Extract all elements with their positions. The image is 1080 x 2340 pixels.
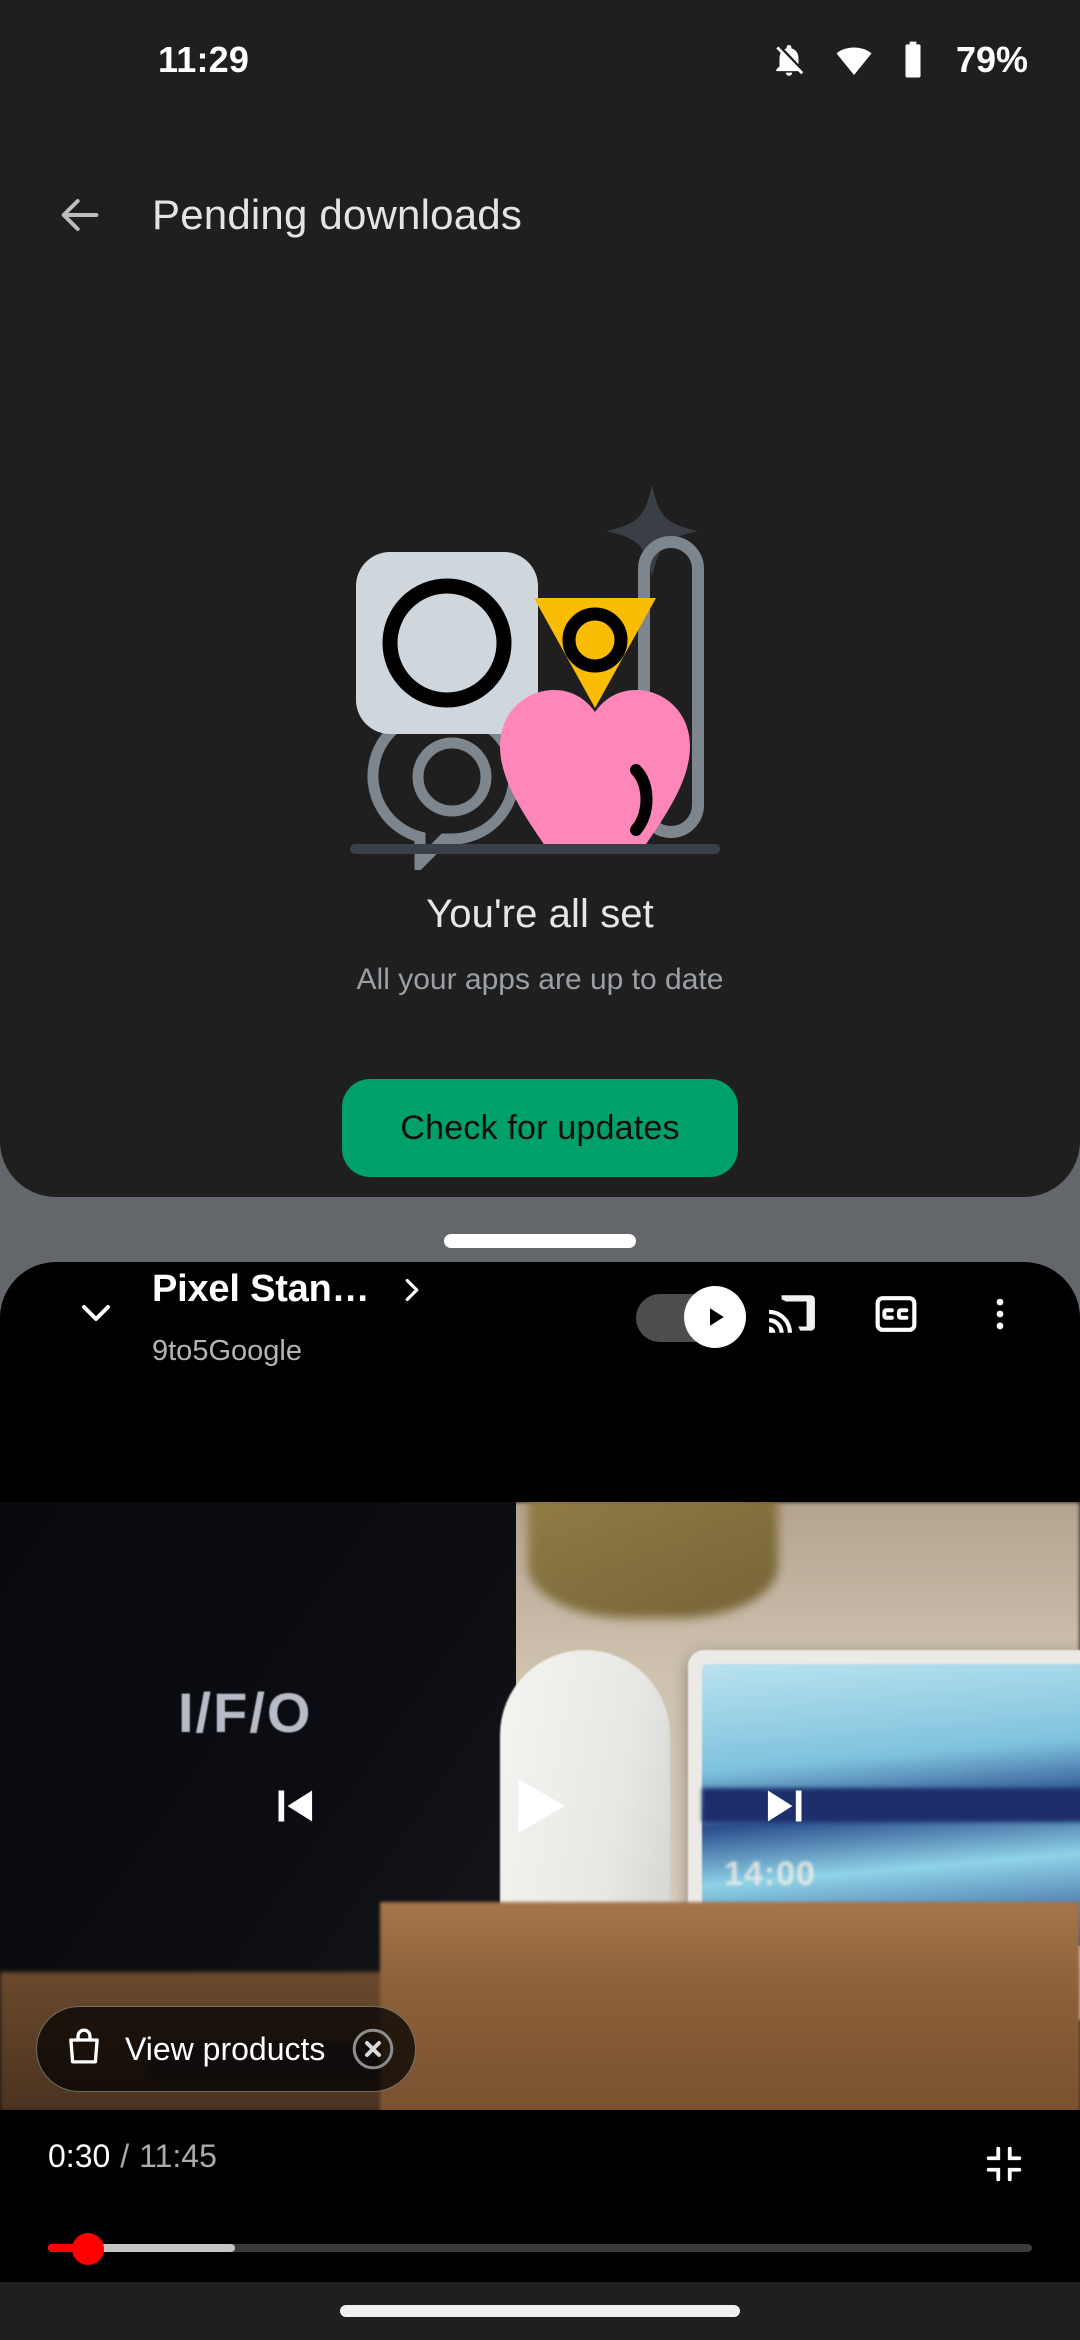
home-gesture-pill[interactable] [340, 2305, 740, 2317]
battery-icon [900, 40, 926, 80]
notifications-off-icon [770, 41, 808, 79]
skip-previous-icon[interactable] [263, 1775, 325, 1837]
gesture-navigation-bar [0, 2282, 1080, 2340]
empty-state-subtitle: All your apps are up to date [357, 963, 724, 997]
empty-state-title: You're all set [426, 892, 654, 937]
view-products-chip[interactable]: View products [36, 2006, 416, 2092]
total-duration: 11:45 [139, 2138, 217, 2175]
time-separator: / [120, 2138, 129, 2175]
status-bar-icons: 79% [770, 39, 1028, 81]
exit-fullscreen-icon[interactable] [972, 2132, 1036, 2196]
seek-thumb[interactable] [72, 2233, 104, 2265]
skip-next-icon[interactable] [755, 1775, 817, 1837]
phone-screen: 11:29 79% [0, 0, 1080, 2340]
player-bottom-bar: 0:30 / 11:45 [0, 2110, 1080, 2272]
autoplay-toggle-knob [684, 1286, 746, 1348]
player-actions [636, 1266, 1052, 1362]
empty-state: You're all set All your apps are up to d… [0, 470, 1080, 1177]
play-icon[interactable] [497, 1763, 583, 1849]
wifi-icon [834, 40, 874, 80]
all-set-illustration [320, 470, 760, 870]
chevron-right-icon[interactable] [393, 1271, 431, 1309]
status-bar-clock: 11:29 [158, 42, 249, 78]
youtube-player-header: Pixel Stan… 9to5Google [0, 1262, 1080, 1502]
autoplay-toggle[interactable] [636, 1266, 740, 1362]
back-arrow-icon[interactable] [38, 173, 122, 257]
current-time: 0:30 [48, 2138, 110, 2175]
time-display: 0:30 / 11:45 [48, 2138, 217, 2175]
battery-percentage: 79% [956, 39, 1028, 81]
check-for-updates-button[interactable]: Check for updates [342, 1079, 737, 1177]
youtube-pane: Pixel Stan… 9to5Google [0, 1262, 1080, 2340]
video-title[interactable]: Pixel Stan… [152, 1268, 369, 1311]
chevron-down-icon[interactable] [46, 1263, 146, 1363]
page-title: Pending downloads [152, 191, 522, 239]
play-store-pane: 11:29 79% [0, 0, 1080, 1197]
more-vertical-icon[interactable] [948, 1266, 1052, 1362]
channel-name[interactable]: 9to5Google [152, 1335, 431, 1368]
status-bar: 11:29 79% [0, 0, 1080, 120]
closed-captions-icon[interactable] [844, 1266, 948, 1362]
app-bar: Pending downloads [0, 160, 1080, 270]
split-screen-divider-handle[interactable] [444, 1234, 636, 1248]
shopping-bag-icon [63, 2026, 105, 2073]
view-products-label: View products [125, 2031, 325, 2068]
video-info[interactable]: Pixel Stan… 9to5Google [152, 1268, 431, 1368]
seek-bar[interactable] [48, 2228, 1032, 2268]
video-surface[interactable]: I/F/O 14:00 [0, 1502, 1080, 2110]
close-icon[interactable] [347, 2023, 399, 2075]
cast-icon[interactable] [740, 1266, 844, 1362]
